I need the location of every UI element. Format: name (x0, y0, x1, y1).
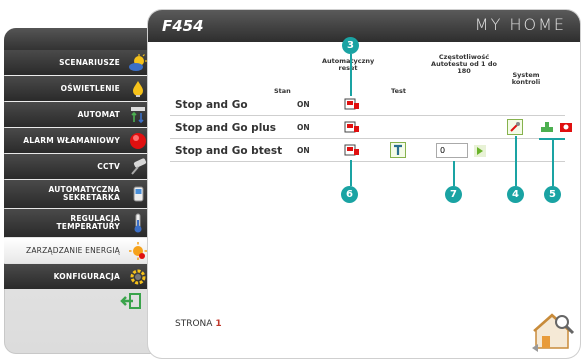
window: SCENARIUSZE OŚWIETLENIE AUTOMAT ALARM WŁ… (0, 0, 587, 362)
sidebar-item-label: ZARZĄDZANIE ENERGIĄ (26, 245, 120, 255)
sidebar-item-automat[interactable]: AUTOMAT (4, 102, 154, 127)
table-row: Stop and Go ON (170, 94, 565, 116)
state-value: ON (297, 100, 310, 109)
green-status-icon[interactable] (539, 119, 555, 135)
callout-3: 3 (342, 37, 359, 54)
callout-line-6 (350, 160, 352, 186)
callout-line-7 (453, 161, 455, 186)
sidebar-item-temperatura[interactable]: REGULACJA TEMPERATURY (4, 209, 154, 237)
sidebar-item-oswietlenie[interactable]: OŚWIETLENIE (4, 76, 154, 101)
main-panel: F454 MY HOME Stan Automatyczny reset Tes… (148, 10, 580, 358)
column-header-frequency: Częstotliwość Autotestu od 1 do 180 (431, 53, 497, 75)
callout-line-5 (552, 138, 554, 186)
sun-cloud-icon (128, 53, 148, 73)
callout-4: 4 (507, 186, 524, 203)
home-search-icon[interactable] (532, 308, 576, 352)
callout-line-4 (515, 136, 517, 186)
sidebar-header (4, 28, 154, 50)
myhome-logo: MY HOME (474, 15, 566, 34)
confirm-arrow-icon[interactable] (472, 143, 488, 159)
callout-7: 7 (445, 186, 462, 203)
callout-line-3 (350, 54, 352, 96)
row-label: Stop and Go btest (175, 145, 283, 157)
reset-icon[interactable] (344, 142, 360, 158)
table-row: Stop and Go btest ON 0 (170, 140, 565, 162)
sidebar-menu: SCENARIUSZE OŚWIETLENIE AUTOMAT ALARM WŁ… (4, 50, 154, 290)
page-title: F454 (162, 17, 204, 35)
sidebar-item-label: KONFIGURACJA (53, 271, 120, 281)
energy-sun-icon (128, 241, 148, 261)
sidebar-item-label: SCENARIUSZE (59, 57, 120, 67)
sidebar-item-label: REGULACJA TEMPERATURY (56, 214, 120, 231)
sidebar-item-cctv[interactable]: CCTV (4, 154, 154, 179)
callout-5: 5 (544, 186, 561, 203)
sidebar-item-label: AUTOMAT (77, 109, 120, 119)
reset-icon[interactable] (344, 119, 360, 135)
row-label: Stop and Go (175, 99, 248, 111)
phone-icon (128, 184, 148, 204)
page-label: STRONA (175, 319, 213, 329)
camera-icon (128, 157, 148, 177)
light-bulb-icon (128, 79, 148, 99)
column-header-auto-reset: Automatyczny reset (322, 57, 375, 72)
test-icon[interactable] (390, 142, 406, 158)
sidebar-item-label: AUTOMATYCZNA SEKRETARKA (48, 185, 120, 202)
thermometer-icon (128, 213, 148, 233)
reset-icon[interactable] (344, 96, 360, 112)
sidebar-item-sekretarka[interactable]: AUTOMATYCZNA SEKRETARKA (4, 180, 154, 208)
sidebar-item-konfiguracja[interactable]: KONFIGURACJA (4, 264, 154, 289)
sidebar-item-scenariusze[interactable]: SCENARIUSZE (4, 50, 154, 75)
alarm-red-icon (128, 131, 148, 151)
sidebar-item-energia[interactable]: ZARZĄDZANIE ENERGIĄ (4, 238, 154, 263)
red-status-icon[interactable] (558, 119, 574, 135)
page-number: 1 (215, 319, 222, 329)
sidebar-item-label: ALARM WŁAMANIOWY (23, 135, 120, 145)
page-indicator: STRONA 1 (175, 319, 222, 329)
state-value: ON (297, 123, 310, 132)
sidebar-item-label: CCTV (97, 161, 120, 171)
system-control-icon[interactable] (507, 119, 523, 135)
state-value: ON (297, 146, 310, 155)
frequency-input[interactable]: 0 (436, 143, 468, 158)
gear-icon (128, 267, 148, 287)
sidebar-item-alarm[interactable]: ALARM WŁAMANIOWY (4, 128, 154, 153)
row-label: Stop and Go plus (175, 122, 277, 134)
exit-icon[interactable] (120, 292, 142, 310)
sidebar-item-label: OŚWIETLENIE (60, 83, 120, 93)
callout-6: 6 (341, 186, 358, 203)
panel-header: F454 MY HOME (148, 10, 580, 42)
column-header-system: System kontroli (511, 71, 541, 86)
table-row: Stop and Go plus ON (170, 117, 572, 139)
arrows-updown-icon (128, 105, 148, 125)
